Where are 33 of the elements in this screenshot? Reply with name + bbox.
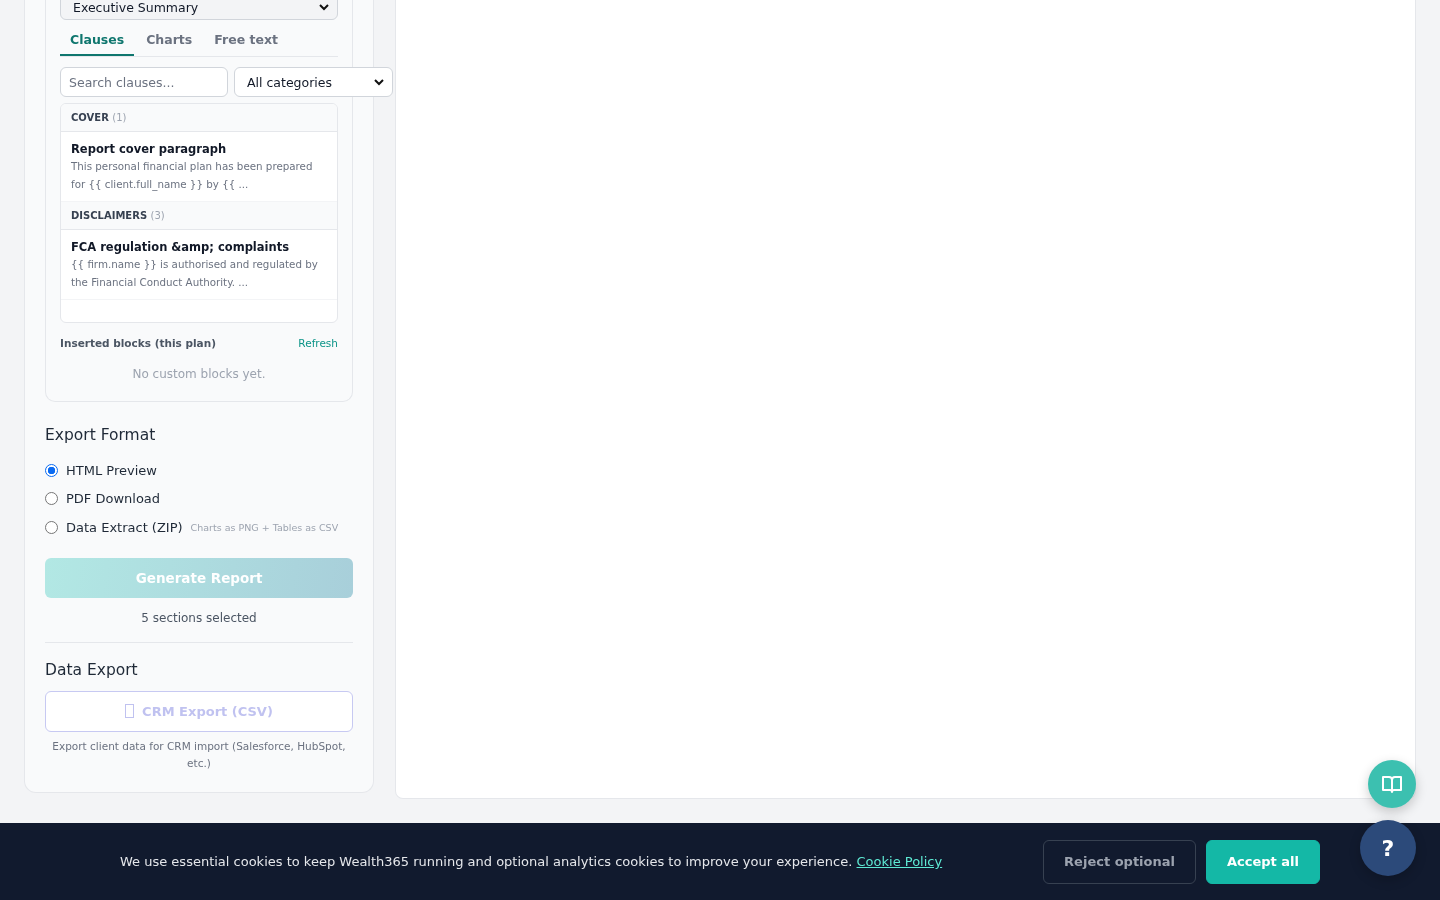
clause-title[interactable]: Report cover paragraph [71,142,327,156]
chevron-icon [319,3,329,11]
section-heading: Export Format [45,426,157,444]
template-select[interactable]: Executive Summary [60,0,338,20]
book-icon [1381,774,1403,794]
group-header: COVER (1) [61,104,337,132]
selection-status: 5 sections selected [141,610,257,625]
empty-message: No custom blocks yet. [131,367,267,381]
radio-label: PDF Download [66,491,161,507]
section-heading: Data Export [45,660,139,679]
option-hint: Charts as PNG + Tables as CSV [190,521,339,533]
section-label: Inserted blocks (this plan) [60,337,216,349]
reject-button[interactable]: Reject optional [1043,839,1196,884]
clause-preview: {{ firm.name }} is authorised and regulated by the Financial Conduct Authority. ... [71,257,319,290]
radio-button[interactable] [45,492,58,506]
group-header: DISCLAIMERS (3) [61,202,337,230]
placeholder-icon [125,704,135,718]
radio-label: HTML Preview [66,462,157,478]
cookie-policy-link[interactable]: Cookie Policy [856,854,943,869]
radio-button[interactable] [45,520,58,534]
search-field[interactable]: Search clauses... [60,67,228,97]
radio-button[interactable] [45,463,58,477]
tab[interactable]: Clauses [60,24,135,56]
tab[interactable]: Charts [136,24,203,56]
clause-title[interactable]: FCA regulation &amp; complaints [71,240,327,254]
category-select[interactable]: All categories [234,67,393,97]
tab[interactable]: Free text [204,24,288,56]
radio-label: Data Extract (ZIP) [66,519,183,535]
chevron-icon [374,78,384,86]
cookie-message: We use essential cookies to keep Wealth365 running and optional analytics cookies to improve your experience. Cookie Policy [120,854,944,869]
clause-preview: This personal financial plan has been prepared for {{ client.full_name }} by {{ ... [71,159,314,193]
refresh-link[interactable]: Refresh [298,337,338,349]
export-note: Export client data for CRM import (Salesforce, HubSpot, etc.) [51,738,347,771]
